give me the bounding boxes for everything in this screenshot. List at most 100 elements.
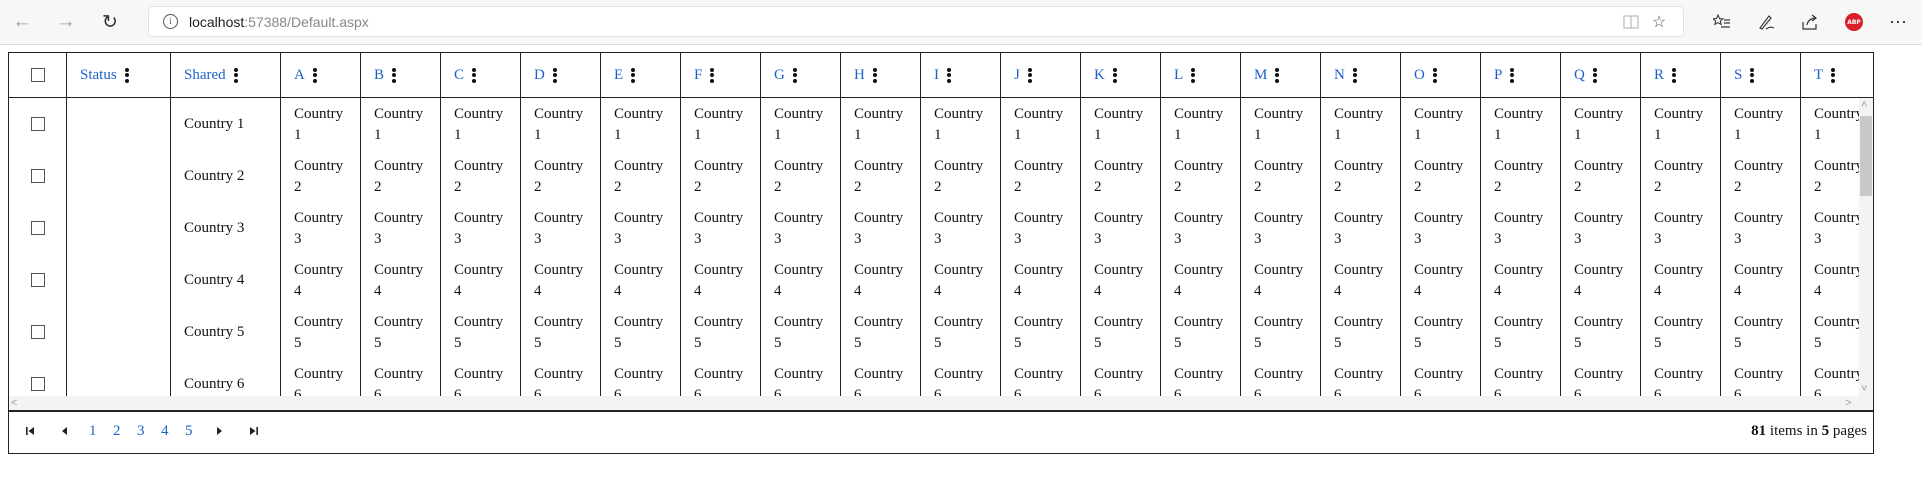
favorite-star-icon[interactable]: ☆ <box>1649 12 1669 32</box>
select-all-checkbox[interactable] <box>9 53 67 97</box>
column-menu-icon[interactable] <box>1592 66 1597 84</box>
column-header-r[interactable]: R <box>1641 53 1721 97</box>
back-icon[interactable]: ← <box>8 8 36 36</box>
row-checkbox[interactable] <box>30 221 45 235</box>
column-header-label[interactable]: N <box>1334 67 1345 84</box>
row-checkbox[interactable] <box>30 169 45 183</box>
column-menu-icon[interactable] <box>1750 66 1755 84</box>
page-link-1[interactable]: 1 <box>89 423 97 440</box>
column-menu-icon[interactable] <box>1275 66 1280 84</box>
column-menu-icon[interactable] <box>233 66 238 84</box>
column-menu-icon[interactable] <box>1672 66 1677 84</box>
scroll-right-arrow[interactable]: ˃ <box>1845 396 1851 410</box>
row-select-cell[interactable] <box>9 358 67 396</box>
next-page-icon[interactable] <box>211 422 229 440</box>
scroll-down-arrow[interactable]: ˅ <box>1861 382 1867 396</box>
column-menu-icon[interactable] <box>1112 66 1117 84</box>
column-menu-icon[interactable] <box>312 66 317 84</box>
column-header-label[interactable]: F <box>694 67 702 84</box>
favorites-list-icon[interactable] <box>1708 8 1736 36</box>
address-bar[interactable]: i localhost:57388/Default.aspx ☆ <box>148 6 1684 37</box>
row-select-cell[interactable] <box>9 306 67 358</box>
column-menu-icon[interactable] <box>1831 66 1836 84</box>
column-header-label[interactable]: S <box>1734 67 1742 84</box>
column-header-label[interactable]: D <box>534 67 545 84</box>
column-header-label[interactable]: O <box>1414 67 1425 84</box>
column-header-label[interactable]: C <box>454 67 464 84</box>
site-info-icon[interactable]: i <box>163 14 178 29</box>
column-header-b[interactable]: B <box>361 53 441 97</box>
vertical-scrollbar[interactable]: ˄ ˅ <box>1859 98 1873 396</box>
column-menu-icon[interactable] <box>1191 66 1196 84</box>
page-link-2[interactable]: 2 <box>113 423 121 440</box>
column-header-a[interactable]: A <box>281 53 361 97</box>
column-menu-icon[interactable] <box>872 66 877 84</box>
column-header-label[interactable]: H <box>854 67 865 84</box>
column-header-label[interactable]: R <box>1654 67 1664 84</box>
column-header-label[interactable]: Status <box>80 67 117 84</box>
scroll-up-arrow[interactable]: ˄ <box>1861 98 1867 112</box>
page-link-3[interactable]: 3 <box>137 423 145 440</box>
column-menu-icon[interactable] <box>472 66 477 84</box>
more-menu-icon[interactable]: ⋯ <box>1884 8 1912 36</box>
vertical-scroll-thumb[interactable] <box>1860 116 1872 196</box>
page-link-5[interactable]: 5 <box>185 423 193 440</box>
column-header-f[interactable]: F <box>681 53 761 97</box>
column-header-label[interactable]: L <box>1174 67 1183 84</box>
first-page-icon[interactable] <box>21 422 39 440</box>
row-checkbox[interactable] <box>30 325 45 339</box>
column-header-label[interactable]: T <box>1814 67 1823 84</box>
column-header-t[interactable]: T <box>1801 53 1873 97</box>
column-header-q[interactable]: Q <box>1561 53 1641 97</box>
column-header-label[interactable]: K <box>1094 67 1105 84</box>
column-header-o[interactable]: O <box>1401 53 1481 97</box>
column-header-n[interactable]: N <box>1321 53 1401 97</box>
column-header-g[interactable]: G <box>761 53 841 97</box>
row-checkbox[interactable] <box>30 117 45 131</box>
checkbox-icon[interactable] <box>30 68 45 82</box>
column-header-label[interactable]: J <box>1014 67 1020 84</box>
horizontal-scrollbar[interactable]: ˂ ˃ <box>9 396 1873 410</box>
column-menu-icon[interactable] <box>392 66 397 84</box>
column-menu-icon[interactable] <box>947 66 951 84</box>
column-menu-icon[interactable] <box>1352 66 1357 84</box>
column-header-label[interactable]: B <box>374 67 384 84</box>
reading-view-icon[interactable] <box>1621 12 1641 32</box>
scroll-left-arrow[interactable]: ˂ <box>11 396 17 410</box>
column-header-k[interactable]: K <box>1081 53 1161 97</box>
column-menu-icon[interactable] <box>124 66 129 84</box>
column-header-p[interactable]: P <box>1481 53 1561 97</box>
adblock-icon[interactable]: ABP <box>1840 8 1868 36</box>
column-header-m[interactable]: M <box>1241 53 1321 97</box>
forward-icon[interactable]: → <box>52 8 80 36</box>
refresh-icon[interactable]: ↻ <box>96 8 124 36</box>
row-select-cell[interactable] <box>9 98 67 150</box>
column-menu-icon[interactable] <box>792 66 797 84</box>
column-header-status[interactable]: Status <box>67 53 171 97</box>
column-header-label[interactable]: Q <box>1574 67 1585 84</box>
pen-notes-icon[interactable] <box>1752 8 1780 36</box>
column-header-j[interactable]: J <box>1001 53 1081 97</box>
column-header-label[interactable]: A <box>294 67 305 84</box>
page-link-4[interactable]: 4 <box>161 423 169 440</box>
column-menu-icon[interactable] <box>710 66 715 84</box>
column-header-shared[interactable]: Shared <box>171 53 281 97</box>
row-checkbox[interactable] <box>30 273 45 287</box>
row-checkbox[interactable] <box>30 377 45 391</box>
column-menu-icon[interactable] <box>1432 66 1437 84</box>
column-header-label[interactable]: M <box>1254 67 1267 84</box>
column-header-label[interactable]: I <box>934 67 939 84</box>
row-select-cell[interactable] <box>9 254 67 306</box>
column-header-d[interactable]: D <box>521 53 601 97</box>
column-header-h[interactable]: H <box>841 53 921 97</box>
row-select-cell[interactable] <box>9 150 67 202</box>
column-header-c[interactable]: C <box>441 53 521 97</box>
column-header-e[interactable]: E <box>601 53 681 97</box>
column-menu-icon[interactable] <box>552 66 557 84</box>
share-icon[interactable] <box>1796 8 1824 36</box>
last-page-icon[interactable] <box>245 422 263 440</box>
column-header-s[interactable]: S <box>1721 53 1801 97</box>
prev-page-icon[interactable] <box>55 422 73 440</box>
column-menu-icon[interactable] <box>1027 66 1032 84</box>
row-select-cell[interactable] <box>9 202 67 254</box>
